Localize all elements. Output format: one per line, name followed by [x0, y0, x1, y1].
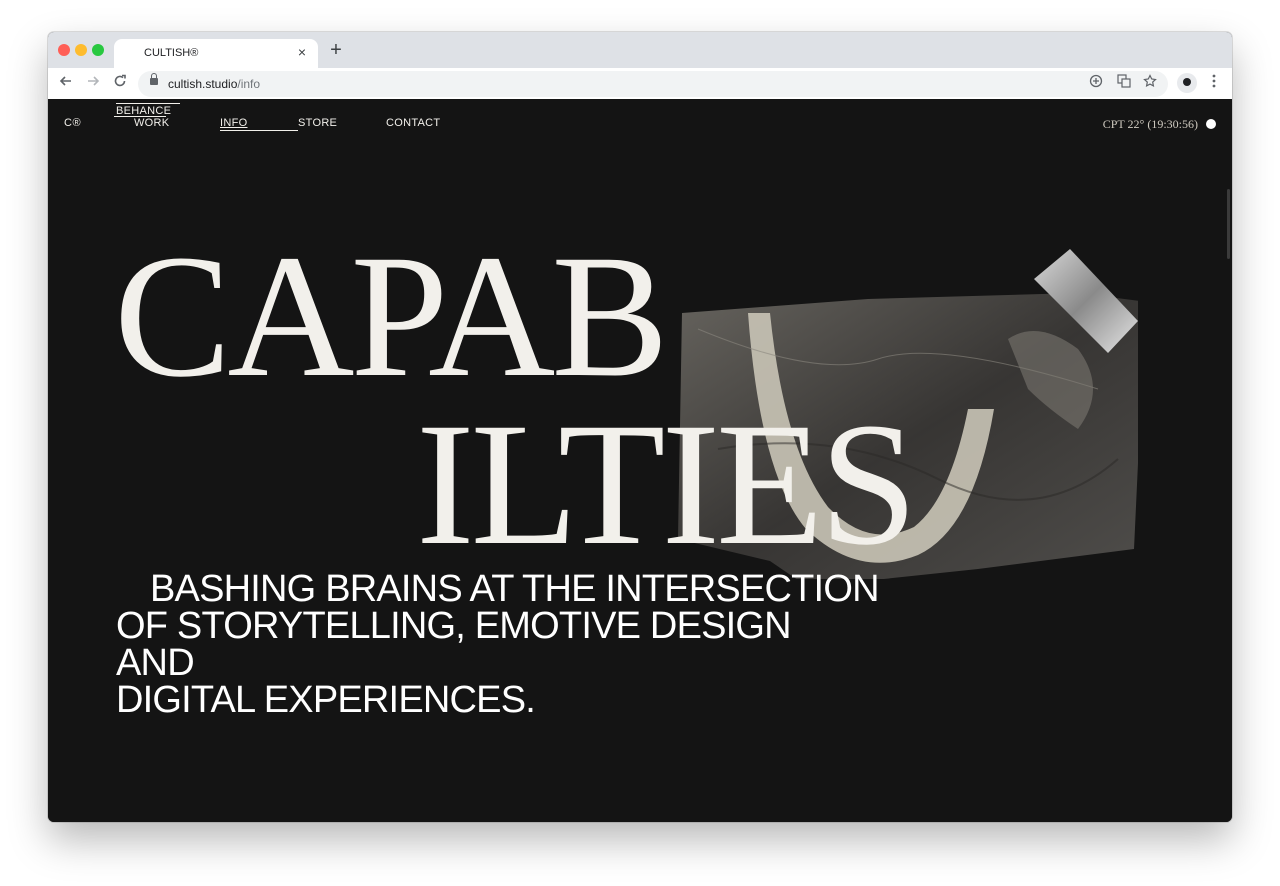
- address-bar[interactable]: cultish.studio/info: [138, 71, 1168, 97]
- tab-title: CULTISH®: [144, 47, 199, 59]
- maximize-window-button[interactable]: [92, 44, 104, 56]
- tagline-line-3: AND: [116, 642, 195, 684]
- nav-divider: [220, 130, 298, 131]
- browser-toolbar: cultish.studio/info: [48, 68, 1232, 100]
- translate-icon[interactable]: [1114, 74, 1134, 94]
- status-dot-icon: [1206, 119, 1216, 129]
- tab-cultish[interactable]: CULTISH® ×: [114, 39, 318, 68]
- tagline: BASHING BRAINS AT THE INTERSECTION OF ST…: [116, 568, 880, 721]
- hero-heading-line-1: CAPAB: [114, 219, 669, 414]
- browser-window: CULTISH® × + cultish.studio/info C® BEHA…: [48, 32, 1232, 822]
- tagline-line-4: DIGITAL EXPERIENCES.: [116, 679, 536, 721]
- minimize-window-button[interactable]: [75, 44, 87, 56]
- tagline-line-2: OF STORYTELLING, EMOTIVE DESIGN: [116, 605, 792, 647]
- page-scrollbar[interactable]: [1227, 189, 1230, 259]
- nav-link-store[interactable]: STORE: [298, 117, 337, 129]
- nav-link-work[interactable]: WORK: [134, 117, 169, 129]
- lock-icon: [150, 73, 158, 85]
- new-tab-button[interactable]: +: [326, 40, 346, 61]
- star-icon[interactable]: [1140, 74, 1160, 94]
- hero-heading-line-2: ILTIES: [416, 387, 917, 582]
- back-arrow-icon[interactable]: [55, 73, 77, 95]
- plus-circle-icon[interactable]: [1086, 74, 1106, 94]
- brand-logo[interactable]: C®: [64, 117, 81, 129]
- site-header: C® BEHANCE WORK INFO STORE CONTACT CPT 2…: [48, 99, 1232, 149]
- local-time-readout: CPT 22° (19:30:56): [1102, 117, 1198, 131]
- forward-arrow-icon[interactable]: [82, 73, 104, 95]
- nav-link-contact[interactable]: CONTACT: [386, 117, 440, 129]
- tab-close-icon[interactable]: ×: [294, 44, 310, 60]
- url-host: cultish.studio: [168, 77, 238, 91]
- nav-divider: [116, 103, 180, 104]
- close-window-button[interactable]: [58, 44, 70, 56]
- profile-avatar[interactable]: [1177, 73, 1197, 93]
- kebab-menu-icon[interactable]: [1206, 73, 1222, 93]
- nav-link-info[interactable]: INFO: [220, 117, 247, 129]
- reload-icon[interactable]: [109, 73, 131, 95]
- url-text: cultish.studio/info: [168, 77, 260, 91]
- url-path: /info: [237, 77, 261, 91]
- tab-bar: CULTISH® × +: [48, 32, 1232, 68]
- nav-link-behance[interactable]: BEHANCE: [116, 105, 171, 117]
- page-content: C® BEHANCE WORK INFO STORE CONTACT CPT 2…: [48, 99, 1232, 822]
- tagline-line-1: BASHING BRAINS AT THE INTERSECTION: [150, 568, 880, 610]
